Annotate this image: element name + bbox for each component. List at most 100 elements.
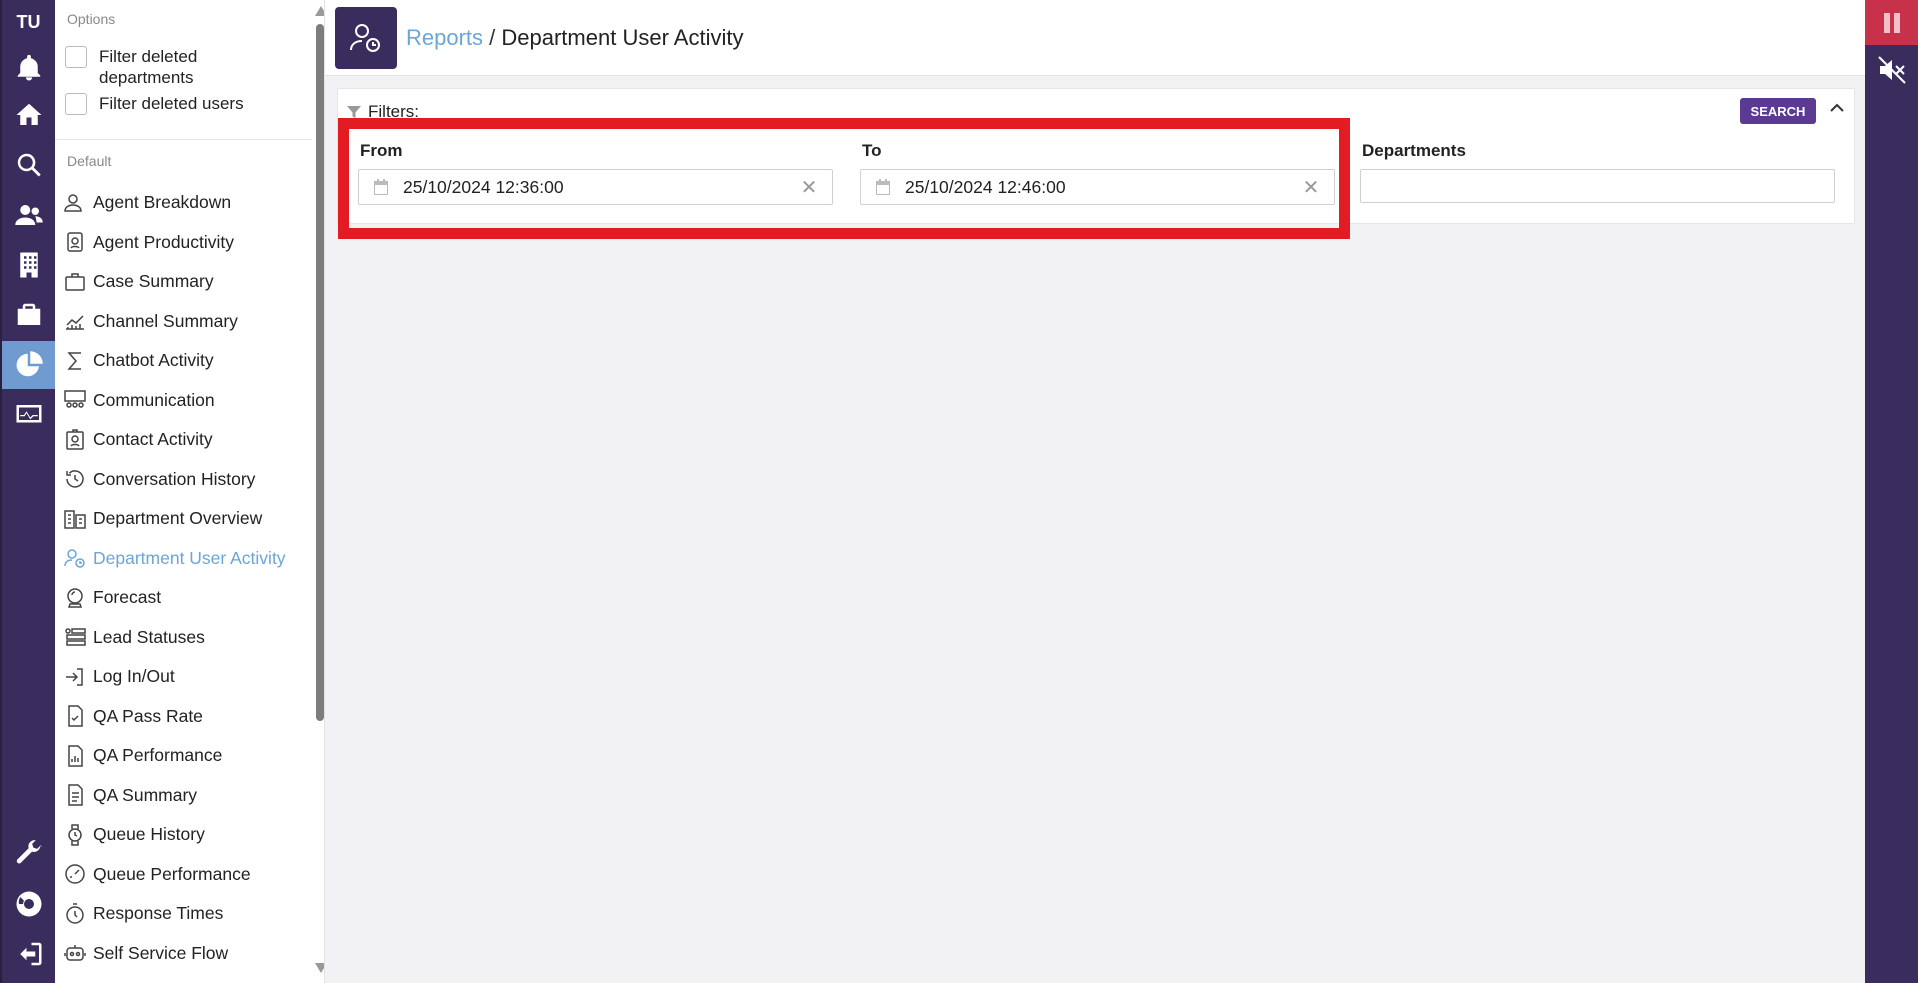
page-header: Reports / Department User Activity: [325, 0, 1865, 76]
sidebar-item-log-in-out[interactable]: Log In/Out: [63, 657, 313, 697]
mute-icon[interactable]: [1865, 50, 1918, 90]
collapse-filters-button[interactable]: [1828, 99, 1848, 119]
doc-list-icon: [63, 783, 87, 807]
default-heading: Default: [67, 153, 112, 169]
calendar-icon: [372, 178, 390, 196]
building-icon[interactable]: [2, 241, 55, 289]
sidebar-item-qa-pass-rate[interactable]: QA Pass Rate: [63, 697, 313, 737]
filter-deleted-users-checkbox[interactable]: [65, 93, 87, 115]
sidebar-scrollbar[interactable]: [313, 0, 324, 983]
sidebar-item-response-times[interactable]: Response Times: [63, 894, 313, 934]
sidebar-item-label: Agent Productivity: [93, 231, 235, 252]
logout-icon[interactable]: [2, 930, 55, 978]
lifebuoy-icon[interactable]: [2, 880, 55, 928]
watch-icon: [63, 823, 87, 847]
sidebar-item-label: Communication: [93, 389, 215, 410]
option-label: Filter deleted departments: [99, 47, 198, 87]
stopwatch-icon: [63, 902, 87, 926]
filter-deleted-departments-checkbox[interactable]: [65, 46, 87, 68]
sidebar-item-qa-performance[interactable]: QA Performance: [63, 736, 313, 776]
bell-icon[interactable]: [2, 44, 55, 92]
wrench-icon[interactable]: [2, 828, 55, 876]
sidebar-item-label: Channel Summary: [93, 310, 238, 331]
breadcrumb-reports-link[interactable]: Reports: [406, 25, 483, 50]
scroll-thumb[interactable]: [316, 24, 324, 721]
option-label: Filter deleted users: [99, 94, 244, 113]
sidebar-item-label: QA Summary: [93, 784, 198, 805]
sidebar-item-agent-breakdown[interactable]: Agent Breakdown: [63, 183, 313, 223]
search-button[interactable]: SEARCH: [1740, 98, 1816, 124]
filter-icon: [347, 106, 361, 118]
to-label: To: [862, 141, 882, 160]
sidebar-item-self-service-flow[interactable]: Self Service Flow: [63, 934, 313, 974]
sidebar-item-agent-productivity[interactable]: Agent Productivity: [63, 223, 313, 263]
sidebar-item-case-summary[interactable]: Case Summary: [63, 262, 313, 302]
divider: [55, 139, 312, 140]
doc-chart-icon: [63, 744, 87, 768]
departments-select[interactable]: [1360, 169, 1835, 203]
user-avatar[interactable]: TU: [2, 0, 55, 44]
chart-area-icon: [63, 309, 87, 333]
options-heading: Options: [67, 11, 116, 27]
monitor-icon[interactable]: [2, 391, 55, 439]
sidebar-item-lead-statuses[interactable]: Lead Statuses: [63, 618, 313, 658]
sidebar-item-label: Chatbot Activity: [93, 350, 214, 371]
sidebar-item-label: Log In/Out: [93, 666, 175, 687]
scroll-up-arrow-icon[interactable]: [315, 6, 324, 16]
pause-button[interactable]: [1865, 0, 1918, 45]
sidebar-item-channel-summary[interactable]: Channel Summary: [63, 302, 313, 342]
sidebar-item-label: Response Times: [93, 903, 224, 924]
to-date-field[interactable]: 25/10/2024 12:46:00 ✕: [860, 169, 1335, 205]
search-icon[interactable]: [2, 141, 55, 189]
login-icon: [63, 665, 87, 689]
briefcase-icon[interactable]: [2, 291, 55, 339]
pie-chart-icon[interactable]: [2, 341, 55, 389]
sidebar-item-queue-performance[interactable]: Queue Performance: [63, 855, 313, 895]
sidebar-item-label: Contact Activity: [93, 429, 213, 450]
sidebar-item-label: Forecast: [93, 587, 162, 608]
scroll-down-arrow-icon[interactable]: [315, 963, 324, 973]
right-toolbar: [1865, 0, 1918, 983]
people-board-icon: [63, 388, 87, 412]
sidebar-item-qa-summary[interactable]: QA Summary: [63, 776, 313, 816]
pause-icon-bar: [1893, 12, 1900, 33]
list-status-icon: [63, 625, 87, 649]
from-date-field[interactable]: 25/10/2024 12:36:00 ✕: [358, 169, 833, 205]
sidebar-item-contact-activity[interactable]: Contact Activity: [63, 420, 313, 460]
filters-panel: Filters: SEARCH From 25/10/2024 12:36:00…: [337, 88, 1855, 224]
clear-to-icon[interactable]: ✕: [1300, 176, 1322, 199]
filter-deleted-users-option[interactable]: Filter deleted users: [65, 93, 244, 115]
sidebar-item-queue-history[interactable]: Queue History: [63, 815, 313, 855]
app: TU Options Filter deleted departments Fi…: [0, 0, 1918, 983]
calendar-icon: [874, 178, 892, 196]
robot-icon: [63, 941, 87, 965]
sidebar-item-department-overview[interactable]: Department Overview: [63, 499, 313, 539]
departments-label: Departments: [1362, 141, 1466, 160]
chevron-up-icon: [1830, 103, 1844, 112]
breadcrumb-separator: /: [483, 25, 502, 50]
users-icon[interactable]: [2, 191, 55, 239]
sidebar-item-department-user-activity[interactable]: Department User Activity: [63, 539, 313, 579]
sidebar-item-label: QA Performance: [93, 745, 223, 766]
report-badge: [335, 7, 397, 69]
filter-deleted-departments-option[interactable]: Filter deleted departments: [65, 46, 225, 88]
home-icon[interactable]: [2, 91, 55, 139]
sidebar-item-label: Case Summary: [93, 271, 214, 292]
buildings-icon: [63, 507, 87, 531]
crystal-ball-icon: [63, 586, 87, 610]
sidebar-item-forecast[interactable]: Forecast: [63, 578, 313, 618]
clear-from-icon[interactable]: ✕: [798, 176, 820, 199]
report-list: Agent Breakdown Agent Productivity Case …: [63, 183, 313, 973]
sidebar-item-conversation-history[interactable]: Conversation History: [63, 460, 313, 500]
sidebar-item-label: Self Service Flow: [93, 942, 229, 963]
sidebar-item-chatbot-activity[interactable]: Chatbot Activity: [63, 341, 313, 381]
sidebar-item-label: Department User Activity: [93, 547, 286, 568]
sidebar-item-label: Department Overview: [93, 508, 263, 529]
badge-icon: [63, 230, 87, 254]
user-clock-icon: [350, 24, 380, 52]
sidebar-item-communication[interactable]: Communication: [63, 381, 313, 421]
sidebar-item-label: QA Pass Rate: [93, 705, 203, 726]
from-date-value: 25/10/2024 12:36:00: [403, 176, 564, 197]
sidebar-item-label: Queue Performance: [93, 863, 251, 884]
page-title: Department User Activity: [501, 25, 744, 50]
